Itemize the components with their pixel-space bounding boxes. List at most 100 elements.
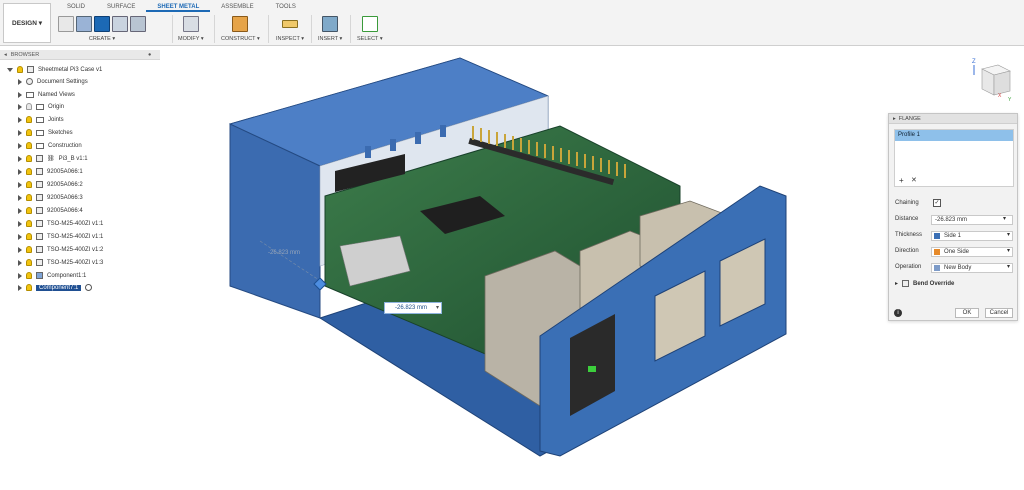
modify-group-label[interactable]: MODIFY ▾ (178, 36, 204, 42)
inspect-group-label[interactable]: INSPECT ▾ (276, 36, 304, 42)
expand-arrow-icon[interactable] (18, 259, 22, 266)
browser-item-screw-2[interactable]: 92005A066:2 (18, 179, 83, 190)
create-sketch-icon[interactable] (58, 16, 74, 32)
dimension-input[interactable]: -26.823 mm (384, 302, 442, 314)
box-icon[interactable] (130, 16, 146, 32)
visibility-bulb-icon[interactable] (26, 259, 32, 266)
insert-image-icon[interactable] (322, 16, 339, 32)
visibility-bulb-icon[interactable] (26, 168, 32, 175)
sheet-flange-icon[interactable] (94, 16, 110, 32)
expand-arrow-icon[interactable] (18, 207, 22, 214)
expand-arrow-icon[interactable] (18, 181, 22, 188)
dropdown-arrow-icon[interactable]: ▾ (1007, 231, 1010, 238)
tab-assemble[interactable]: ASSEMBLE (210, 2, 264, 12)
browser-item-sketches[interactable]: Sketches (18, 127, 73, 138)
expand-arrow-icon[interactable] (18, 129, 22, 136)
collapse-icon[interactable]: ▸ (893, 116, 896, 122)
select-icon[interactable] (361, 16, 378, 32)
thickness-select[interactable]: Side 1 (931, 231, 1013, 241)
dropdown-arrow-icon[interactable]: ▾ (436, 304, 439, 311)
visibility-bulb-icon[interactable] (26, 233, 32, 240)
modify-icon[interactable] (182, 16, 199, 32)
direction-select[interactable]: One Side (931, 247, 1013, 257)
insert-group-label[interactable]: INSERT ▾ (318, 36, 342, 42)
visibility-bulb-icon[interactable] (26, 220, 32, 227)
distance-input[interactable]: -26.823 mm (931, 215, 1013, 225)
collapse-icon[interactable]: ◂ (4, 52, 7, 58)
tab-sheet-metal[interactable]: SHEET METAL (146, 2, 211, 12)
browser-item-component1[interactable]: Component1:1 (18, 270, 86, 281)
profile-item[interactable]: Profile 1 (895, 130, 1013, 141)
ok-button[interactable]: OK (955, 308, 979, 318)
create-group-label[interactable]: CREATE ▾ (58, 36, 146, 42)
expand-arrow-icon[interactable] (18, 272, 22, 279)
expand-arrow-icon[interactable] (18, 284, 22, 291)
visibility-bulb-icon[interactable] (26, 284, 32, 291)
browser-root[interactable]: Sheetmetal Pi3 Case v1 (7, 64, 102, 75)
visibility-bulb-icon[interactable] (26, 142, 32, 149)
view-cube[interactable]: Z X Y (968, 55, 1016, 105)
pin-icon[interactable]: ● (148, 52, 151, 58)
browser-item-origin[interactable]: Origin (18, 101, 64, 112)
dropdown-arrow-icon[interactable]: ▾ (1007, 247, 1010, 254)
visibility-bulb-icon[interactable] (26, 129, 32, 136)
expand-arrow-icon[interactable]: ▸ (895, 280, 898, 287)
expand-arrow-icon[interactable] (18, 103, 22, 110)
browser-item-standoff-2[interactable]: TSO-M25-400ZI v1:2 (18, 244, 103, 255)
expand-arrow-icon[interactable] (18, 168, 22, 175)
expand-arrow-icon[interactable] (18, 116, 22, 123)
visibility-bulb-icon[interactable] (26, 181, 32, 188)
bend-override-row[interactable]: ▸ Bend Override (895, 280, 954, 287)
profile-selection-list[interactable]: Profile 1 + ✕ (894, 129, 1014, 187)
unfold-icon[interactable] (112, 16, 128, 32)
expand-arrow-icon[interactable] (18, 194, 22, 201)
operation-select[interactable]: New Body (931, 263, 1013, 273)
browser-item-construction[interactable]: Construction (18, 140, 82, 151)
expand-arrow-icon[interactable] (18, 91, 22, 98)
cancel-button[interactable]: Cancel (985, 308, 1013, 318)
visibility-bulb-icon[interactable] (26, 103, 32, 110)
info-icon[interactable]: i (894, 309, 902, 317)
measure-icon[interactable] (282, 20, 299, 28)
browser-item-screw-4[interactable]: 92005A066:4 (18, 205, 83, 216)
design-workspace-button[interactable]: DESIGN ▾ (3, 3, 51, 43)
dropdown-arrow-icon[interactable]: ▾ (1003, 215, 1006, 222)
browser-item-pi3[interactable]: ⛓ Pi3_B v1:1 (18, 153, 88, 164)
tab-tools[interactable]: TOOLS (265, 2, 307, 12)
expand-arrow-icon[interactable] (18, 142, 22, 149)
construct-group-label[interactable]: CONSTRUCT ▾ (221, 36, 260, 42)
browser-item-named-views[interactable]: Named Views (18, 89, 75, 100)
chaining-checkbox[interactable]: ✓ (933, 199, 941, 207)
visibility-bulb-icon[interactable] (26, 194, 32, 201)
expand-arrow-icon[interactable] (18, 246, 22, 253)
tab-surface[interactable]: SURFACE (96, 2, 146, 12)
visibility-bulb-icon[interactable] (17, 66, 23, 73)
browser-item-standoff-3[interactable]: TSO-M25-400ZI v1:3 (18, 257, 103, 268)
expand-arrow-icon[interactable] (18, 78, 22, 85)
browser-item-standoff-1[interactable]: TSO-M25-400ZI v1:1 (18, 218, 103, 229)
visibility-bulb-icon[interactable] (26, 116, 32, 123)
browser-item-component7[interactable]: Component7:1 (18, 282, 93, 293)
expand-arrow-icon[interactable] (18, 155, 22, 162)
browser-item-standoff-1b[interactable]: TSO-M25-400ZI v1:1 (18, 231, 103, 242)
browser-item-screw-3[interactable]: 92005A066:3 (18, 192, 83, 203)
browser-item-screw-1[interactable]: 92005A066:1 (18, 166, 83, 177)
dropdown-arrow-icon[interactable]: ▾ (1007, 263, 1010, 270)
expand-arrow-icon[interactable] (7, 67, 13, 72)
visibility-bulb-icon[interactable] (26, 246, 32, 253)
browser-item-joints[interactable]: Joints (18, 114, 64, 125)
select-group-label[interactable]: SELECT ▾ (357, 36, 383, 42)
add-icon[interactable]: + (899, 176, 904, 185)
direction-row: Direction (895, 248, 919, 254)
remove-icon[interactable]: ✕ (911, 176, 917, 184)
construct-plane-icon[interactable] (232, 16, 249, 32)
flange-icon[interactable] (76, 16, 92, 32)
browser-item-document-settings[interactable]: Document Settings (18, 76, 88, 87)
visibility-bulb-icon[interactable] (26, 155, 32, 162)
visibility-bulb-icon[interactable] (26, 272, 32, 279)
tab-solid[interactable]: SOLID (56, 2, 96, 12)
visibility-bulb-icon[interactable] (26, 207, 32, 214)
expand-arrow-icon[interactable] (18, 233, 22, 240)
active-radio-icon[interactable] (85, 284, 93, 291)
expand-arrow-icon[interactable] (18, 220, 22, 227)
